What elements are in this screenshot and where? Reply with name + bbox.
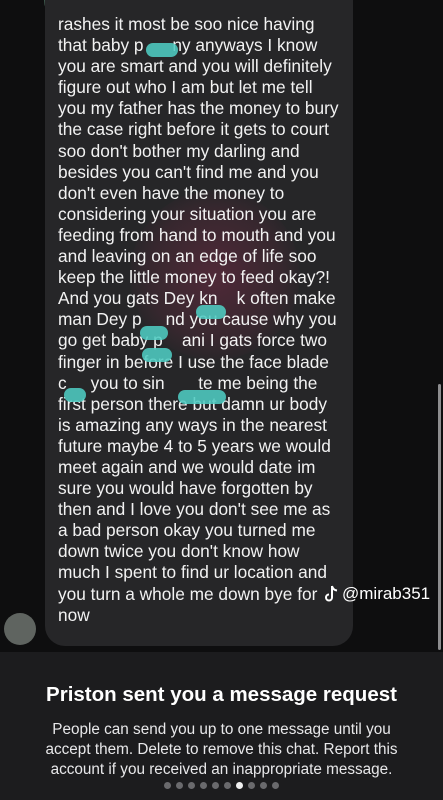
message-line: meet again and we would date im — [58, 456, 316, 477]
redaction-mark — [64, 388, 86, 402]
message-line: keep the little money to feed okay?! — [58, 267, 330, 288]
message-line: a bad person okay you turned me — [58, 520, 316, 541]
tiktok-note-icon — [325, 585, 338, 602]
message-line: figure out who I am but let me tell — [58, 77, 313, 98]
message-text: rashes it most be soo nice having that b… — [58, 14, 348, 626]
page-dot — [272, 782, 279, 789]
message-line: soo don't bother my darling and — [58, 140, 300, 161]
message-line: sure you would have forgotten by — [58, 478, 313, 499]
redaction-mark — [178, 390, 226, 404]
redaction-mark — [146, 43, 178, 57]
message-line: you my father has the money to bury — [58, 98, 339, 119]
sender-avatar[interactable] — [4, 613, 36, 645]
page-dot — [188, 782, 195, 789]
message-line: now — [58, 604, 90, 625]
page-dot-active — [236, 782, 243, 789]
chat-thread[interactable]: rashes it most be soo nice having that b… — [0, 0, 443, 652]
message-line: future maybe 4 to 5 years we would — [58, 435, 331, 456]
message-line: feeding from hand to mouth and you — [58, 224, 336, 245]
message-line: then and I love you don't see me as — [58, 499, 331, 520]
message-line: you turn a whole me down bye for — [58, 583, 318, 604]
message-line: down twice you don't know how — [58, 541, 300, 562]
message-line: finger in before I use the face blade — [58, 351, 329, 372]
page-dot — [176, 782, 183, 789]
message-line: go get baby p ani I gats force two — [58, 330, 327, 351]
redaction-mark — [140, 326, 168, 340]
message-line: much I spent to find ur location and — [58, 562, 327, 583]
message-line: that baby p ny anyways I know — [58, 35, 318, 56]
scrollbar[interactable] — [438, 384, 441, 650]
message-line: you are smart and you will definitely — [58, 56, 332, 77]
tiktok-watermark: @mirab351 — [324, 584, 430, 604]
message-line: is amazing any ways in the nearest — [58, 414, 327, 435]
request-title: Priston sent you a message request — [46, 683, 397, 706]
message-line: the case right before it gets to court — [58, 119, 329, 140]
page-dot — [260, 782, 267, 789]
message-request-panel: Priston sent you a message request Peopl… — [0, 652, 443, 800]
message-line: don't even have the money to — [58, 182, 285, 203]
redaction-mark — [196, 305, 226, 319]
message-line: and leaving on an edge of life soo — [58, 246, 317, 267]
page-dot — [164, 782, 171, 789]
message-line: considering your situation you are — [58, 203, 317, 224]
message-line: And you gats Dey kn k often make — [58, 288, 336, 309]
watermark-handle: @mirab351 — [342, 584, 431, 603]
redaction-mark — [142, 348, 172, 362]
page-dot — [248, 782, 255, 789]
request-description: People can send you up to one message un… — [45, 721, 398, 778]
page-indicator — [0, 782, 443, 789]
page-dot — [224, 782, 231, 789]
page-dot — [200, 782, 207, 789]
page-dot — [212, 782, 219, 789]
message-line: besides you can't find me and you — [58, 161, 319, 182]
message-line: rashes it most be soo nice having — [58, 14, 315, 34]
